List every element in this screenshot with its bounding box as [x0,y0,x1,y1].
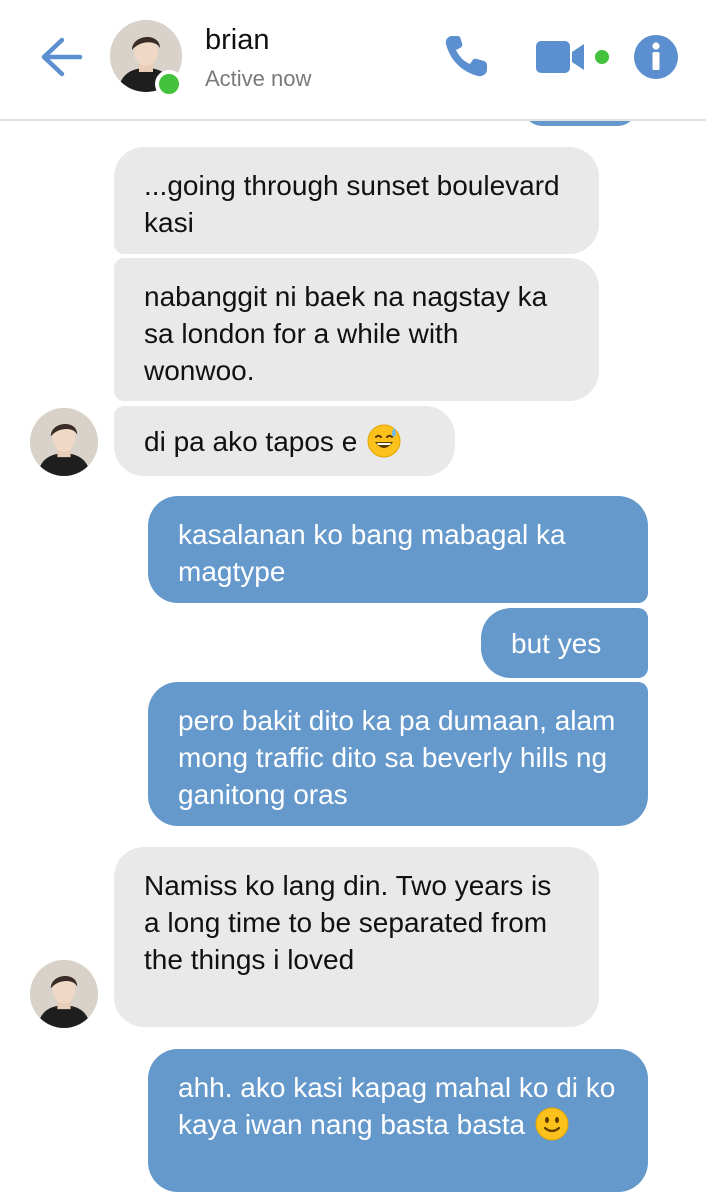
message-bubble-outgoing[interactable]: kasalanan ko bang mabagal ka magtype [148,496,648,603]
video-camera-icon[interactable] [534,38,616,76]
message-bubble-outgoing[interactable]: ahh. ako kasi kapag mahal ko di ko kaya … [148,1049,648,1192]
sender-avatar [30,960,98,1028]
slight-smile-emoji [535,1107,569,1141]
message-bubble-incoming[interactable]: Namiss ko lang din. Two years is a long … [114,847,599,1027]
online-indicator [155,70,183,98]
conversation-header: brian Active now [0,0,706,121]
message-bubble-incoming[interactable]: nabanggit ni baek na nagstay ka sa londo… [114,258,599,401]
phone-icon[interactable] [442,32,492,80]
message-bubble-outgoing[interactable]: but yes [481,608,648,678]
message-text: di pa ako tapos e [144,426,358,457]
arrow-left-icon[interactable] [38,36,84,78]
message-bubble-outgoing[interactable]: pero bakit dito ka pa dumaan, alam mong … [148,682,648,826]
message-bubble-incoming[interactable]: ...going through sunset boulevard kasi [114,147,599,254]
sweat-smile-emoji [367,424,401,458]
message-bubble-incoming[interactable]: di pa ako tapos e [114,406,455,476]
contact-name[interactable]: brian [205,24,270,57]
sender-avatar [30,408,98,476]
info-icon[interactable] [633,34,679,80]
contact-status: Active now [205,66,312,91]
